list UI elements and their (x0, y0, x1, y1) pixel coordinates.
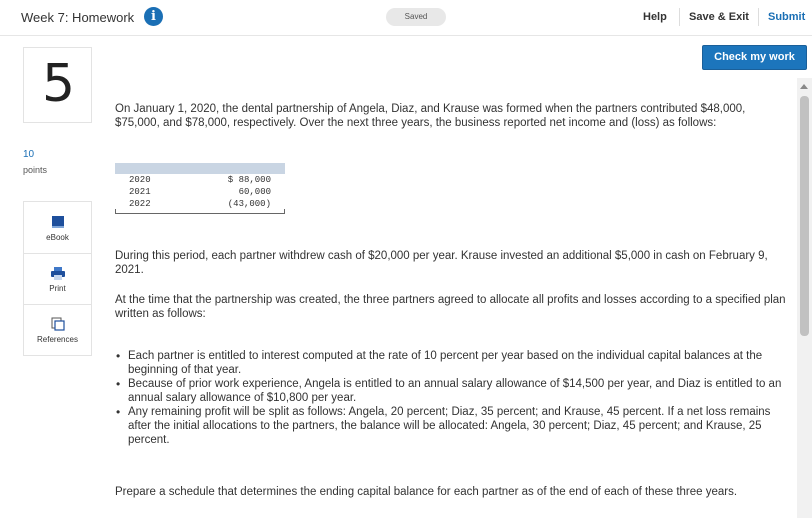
table-rule (115, 209, 285, 214)
table-row: 2021 60,000 (115, 186, 285, 198)
year-cell: 2022 (129, 199, 151, 209)
table-header (115, 163, 285, 174)
scroll-thumb[interactable] (800, 96, 809, 336)
ebook-button[interactable]: eBook (24, 202, 91, 253)
question-number: 5 (41, 54, 76, 114)
top-bar: Week 7: Homework i Saved Help Save & Exi… (0, 0, 812, 36)
list-item: Each partner is entitled to interest com… (115, 349, 787, 377)
help-link[interactable]: Help (643, 11, 667, 23)
points-value: 10 (23, 149, 35, 160)
divider (679, 8, 680, 26)
scrollbar[interactable] (797, 78, 812, 518)
assignment-title: Week 7: Homework (21, 10, 135, 25)
references-button[interactable]: References (24, 304, 91, 355)
print-icon (51, 267, 65, 280)
year-cell: 2021 (129, 187, 151, 197)
net-income-table: 2020 $ 88,000 2021 60,000 2022 (43,000) (115, 163, 285, 214)
divider (758, 8, 759, 26)
table-row: 2020 $ 88,000 (115, 174, 285, 186)
references-label: References (37, 335, 78, 344)
save-exit-link[interactable]: Save & Exit (689, 11, 749, 23)
book-icon (52, 216, 64, 228)
amount-cell: 60,000 (238, 187, 271, 197)
info-icon[interactable]: i (144, 7, 163, 26)
check-my-work-button[interactable]: Check my work (702, 45, 807, 70)
scroll-up-arrow-icon[interactable] (800, 84, 808, 89)
references-icon (51, 317, 65, 331)
allocation-rules-list: Each partner is entitled to interest com… (115, 349, 787, 447)
year-cell: 2020 (129, 175, 151, 185)
intro-paragraph: On January 1, 2020, the dental partnersh… (115, 103, 746, 129)
prompt-paragraph: Prepare a schedule that determines the e… (115, 486, 738, 498)
ebook-label: eBook (46, 233, 69, 242)
amount-cell: (43,000) (227, 199, 271, 209)
tools-panel: eBook Print References (23, 201, 92, 356)
list-item: Because of prior work experience, Angela… (115, 377, 787, 405)
print-label: Print (49, 284, 66, 293)
withdraw-paragraph: During this period, each partner withdre… (115, 250, 768, 276)
list-item: Any remaining profit will be split as fo… (115, 405, 787, 447)
question-number-box: 5 (23, 47, 92, 123)
submit-link[interactable]: Submit (768, 11, 805, 23)
agreement-paragraph: At the time that the partnership was cre… (115, 294, 786, 320)
amount-cell: $ 88,000 (227, 175, 271, 185)
saved-status-badge: Saved (386, 8, 446, 26)
points-label: points (23, 165, 48, 175)
print-button[interactable]: Print (24, 253, 91, 304)
table-row: 2022 (43,000) (115, 198, 285, 210)
